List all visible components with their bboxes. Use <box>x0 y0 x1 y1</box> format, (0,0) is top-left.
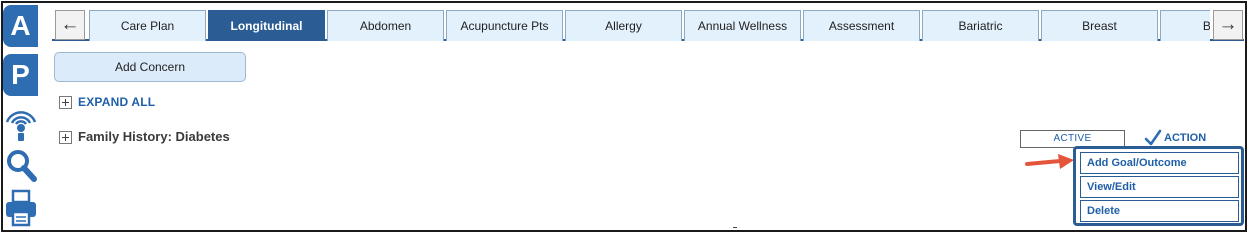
tab-breast-partial[interactable]: Breas <box>1160 10 1210 41</box>
red-arrow-icon <box>1025 154 1074 169</box>
tab-acupuncture-pts[interactable]: Acupuncture Pts <box>446 10 563 41</box>
tab-scroll-left-button[interactable]: ← <box>55 10 85 40</box>
checkmark-icon <box>1144 129 1162 146</box>
printer-icon[interactable] <box>3 189 39 227</box>
menu-item-view-edit[interactable]: View/Edit <box>1080 176 1239 198</box>
divider-mark <box>733 227 737 228</box>
tab-scroll-right-button[interactable]: → <box>1213 10 1243 40</box>
action-dropdown-menu: Add Goal/Outcome View/Edit Delete <box>1073 146 1244 226</box>
concern-title[interactable]: Family History: Diabetes <box>78 129 230 144</box>
tab-strip: Care Plan Longitudinal Abdomen Acupuncture … <box>89 10 1210 41</box>
rail-tab-a[interactable]: A <box>3 5 38 47</box>
expand-all-link[interactable]: EXPAND ALL <box>78 95 155 109</box>
left-rail: A P <box>3 3 39 231</box>
action-label: ACTION <box>1164 132 1207 144</box>
tab-bar: ← Care Plan Longitudinal Abdomen Acupunctur… <box>52 7 1244 41</box>
tab-longitudinal[interactable]: Longitudinal <box>208 10 325 41</box>
expand-all-plus-icon[interactable] <box>59 96 72 109</box>
rail-tab-p[interactable]: P <box>3 54 38 96</box>
tab-allergy[interactable]: Allergy <box>565 10 682 41</box>
tab-bariatric[interactable]: Bariatric <box>922 10 1039 41</box>
tab-abdomen[interactable]: Abdomen <box>327 10 444 41</box>
sensor-icon[interactable] <box>3 108 39 142</box>
menu-item-delete[interactable]: Delete <box>1080 200 1239 222</box>
tab-assessment[interactable]: Assessment <box>803 10 920 41</box>
tab-care-plan[interactable]: Care Plan <box>89 10 206 41</box>
tab-annual-wellness[interactable]: Annual Wellness <box>684 10 801 41</box>
concern-expand-plus-icon[interactable] <box>59 131 72 144</box>
add-concern-button[interactable]: Add Concern <box>54 52 246 82</box>
tab-breast[interactable]: Breast <box>1041 10 1158 41</box>
search-icon[interactable] <box>3 147 39 183</box>
menu-item-add-goal-outcome[interactable]: Add Goal/Outcome <box>1080 152 1239 174</box>
